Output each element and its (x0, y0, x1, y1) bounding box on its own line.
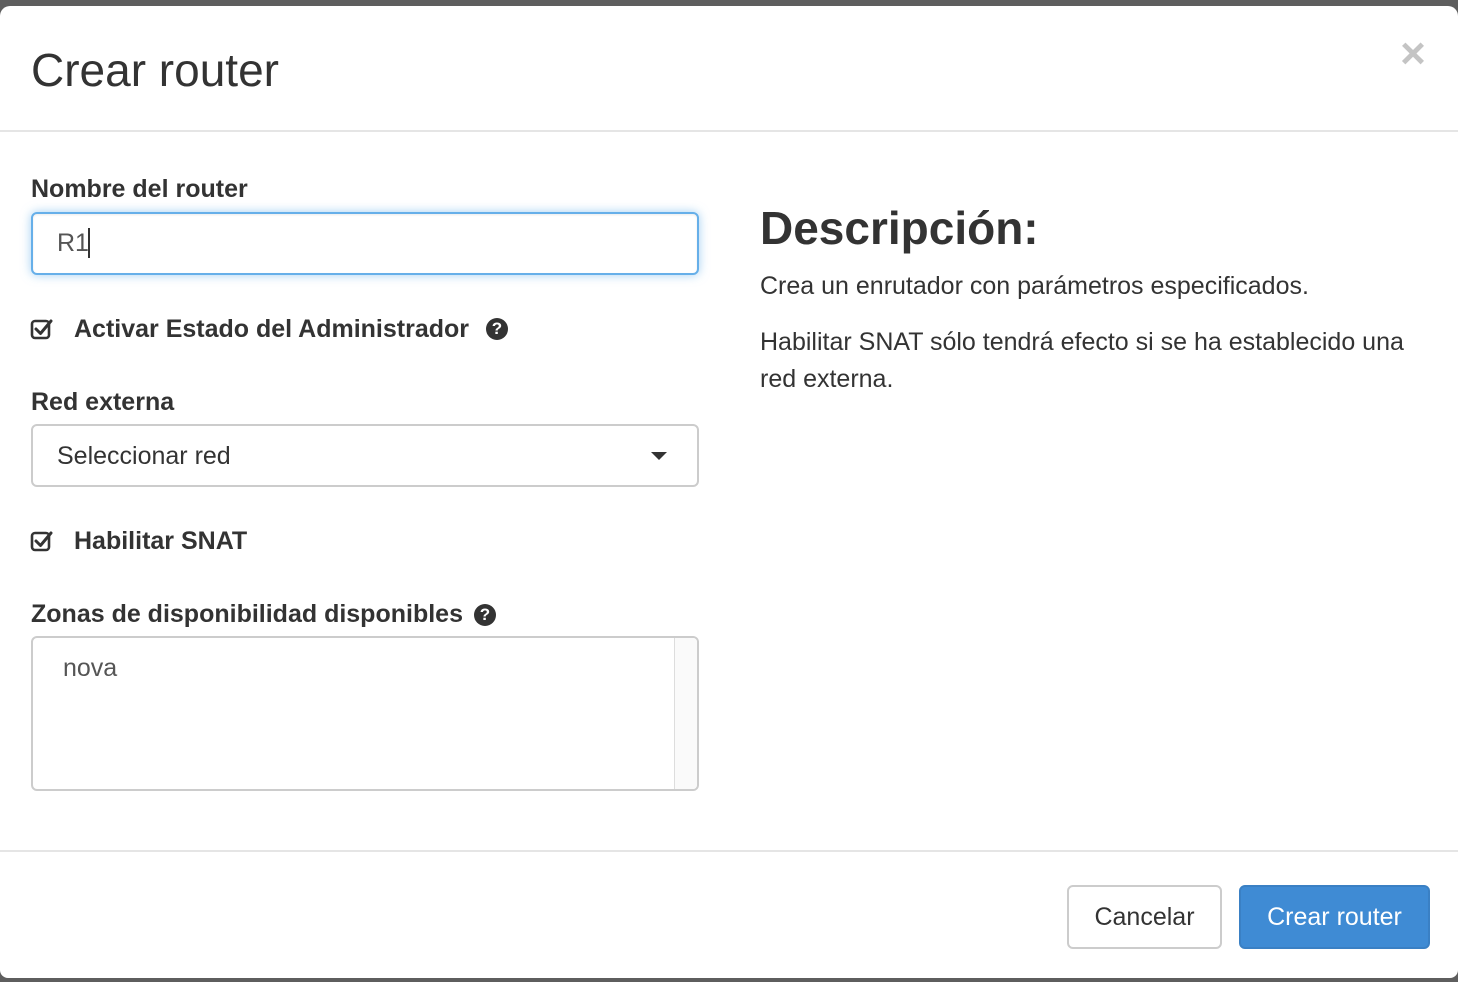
availability-zones-listbox[interactable]: nova (31, 636, 699, 791)
modal-footer: Cancelar Crear router (0, 850, 1458, 978)
checkbox-checked-icon[interactable] (30, 529, 54, 553)
create-router-dialog: Crear router × Nombre del router Activar… (0, 6, 1458, 978)
text-cursor (88, 228, 90, 258)
availability-zones-label-text: Zonas de disponibilidad disponibles (31, 600, 463, 628)
close-icon[interactable]: × (1396, 32, 1430, 76)
availability-zone-option[interactable]: nova (63, 652, 117, 684)
external-network-select[interactable]: Seleccionar red (31, 424, 699, 487)
caret-down-icon (651, 452, 667, 460)
description-paragraph: Crea un enrutador con parámetros especif… (760, 272, 1309, 300)
availability-zones-label: Zonas de disponibilidad disponibles ? (31, 598, 496, 630)
external-network-selected: Seleccionar red (57, 442, 231, 470)
description-paragraph: Habilitar SNAT sólo tendrá efecto si se … (760, 328, 1404, 393)
description-heading: Descripción: (760, 202, 1039, 254)
listbox-scrollbar[interactable] (674, 638, 697, 789)
modal-title: Crear router (31, 44, 279, 96)
cancel-button[interactable]: Cancelar (1067, 885, 1222, 949)
router-name-label: Nombre del router (31, 175, 248, 203)
question-circle-icon[interactable]: ? (486, 318, 508, 340)
modal-header: Crear router × (0, 6, 1458, 132)
checkbox-checked-icon[interactable] (30, 317, 54, 341)
question-circle-icon[interactable]: ? (473, 604, 496, 627)
external-network-label: Red externa (31, 388, 175, 416)
snat-checkbox-row[interactable]: Habilitar SNAT (30, 524, 247, 558)
create-router-button[interactable]: Crear router (1239, 885, 1430, 949)
router-name-input[interactable] (31, 212, 699, 275)
admin-state-checkbox-row[interactable]: Activar Estado del Administrador ? (30, 312, 508, 346)
snat-label: Habilitar SNAT (74, 527, 248, 555)
admin-state-label: Activar Estado del Administrador (74, 315, 469, 343)
